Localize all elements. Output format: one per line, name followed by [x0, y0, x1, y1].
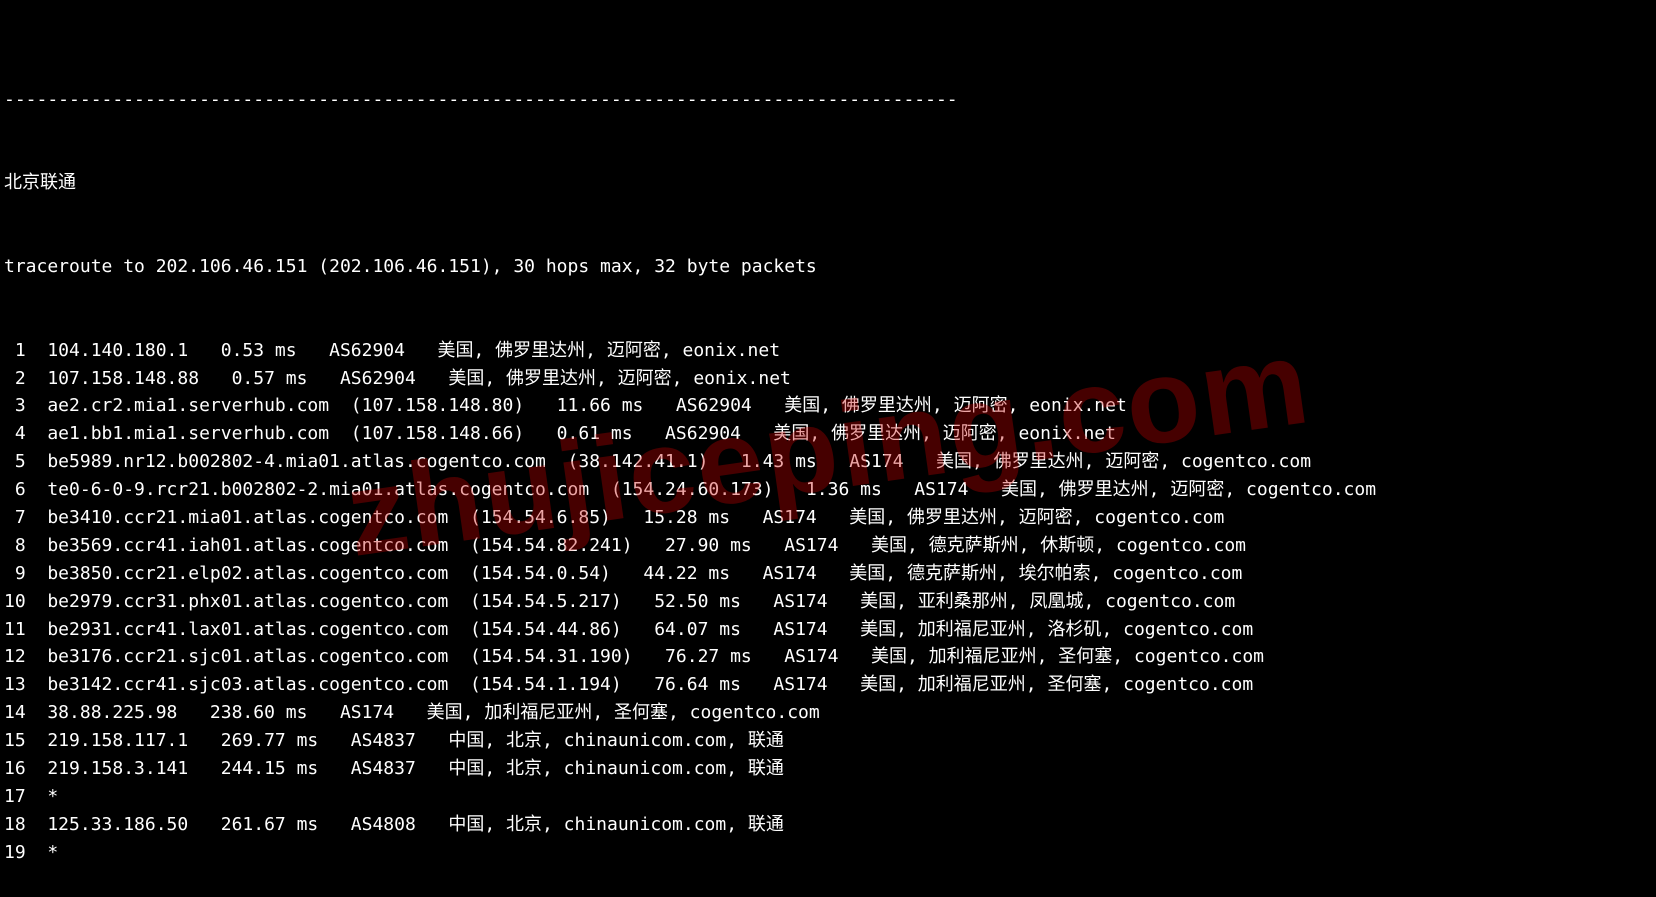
- hop-line: 9 be3850.ccr21.elp02.atlas.cogentco.com …: [4, 560, 1652, 588]
- hops-list: 1 104.140.180.1 0.53 ms AS62904 美国, 佛罗里达…: [4, 337, 1652, 867]
- hop-line: 4 ae1.bb1.mia1.serverhub.com (107.158.14…: [4, 420, 1652, 448]
- separator-line: ----------------------------------------…: [4, 86, 1652, 114]
- hop-line: 7 be3410.ccr21.mia01.atlas.cogentco.com …: [4, 504, 1652, 532]
- trace-title: 北京联通: [4, 169, 1652, 197]
- hop-line: 19 *: [4, 839, 1652, 867]
- trace-header: traceroute to 202.106.46.151 (202.106.46…: [4, 253, 1652, 281]
- hop-line: 6 te0-6-0-9.rcr21.b002802-2.mia01.atlas.…: [4, 476, 1652, 504]
- hop-line: 5 be5989.nr12.b002802-4.mia01.atlas.coge…: [4, 448, 1652, 476]
- hop-line: 17 *: [4, 783, 1652, 811]
- hop-line: 15 219.158.117.1 269.77 ms AS4837 中国, 北京…: [4, 727, 1652, 755]
- hop-line: 8 be3569.ccr41.iah01.atlas.cogentco.com …: [4, 532, 1652, 560]
- hop-line: 1 104.140.180.1 0.53 ms AS62904 美国, 佛罗里达…: [4, 337, 1652, 365]
- hop-line: 14 38.88.225.98 238.60 ms AS174 美国, 加利福尼…: [4, 699, 1652, 727]
- hop-line: 2 107.158.148.88 0.57 ms AS62904 美国, 佛罗里…: [4, 365, 1652, 393]
- hop-line: 3 ae2.cr2.mia1.serverhub.com (107.158.14…: [4, 392, 1652, 420]
- terminal-output: zhujiceping.com ------------------------…: [0, 0, 1656, 897]
- hop-line: 11 be2931.ccr41.lax01.atlas.cogentco.com…: [4, 616, 1652, 644]
- hop-line: 13 be3142.ccr41.sjc03.atlas.cogentco.com…: [4, 671, 1652, 699]
- hop-line: 16 219.158.3.141 244.15 ms AS4837 中国, 北京…: [4, 755, 1652, 783]
- hop-line: 12 be3176.ccr21.sjc01.atlas.cogentco.com…: [4, 643, 1652, 671]
- hop-line: 18 125.33.186.50 261.67 ms AS4808 中国, 北京…: [4, 811, 1652, 839]
- hop-line: 10 be2979.ccr31.phx01.atlas.cogentco.com…: [4, 588, 1652, 616]
